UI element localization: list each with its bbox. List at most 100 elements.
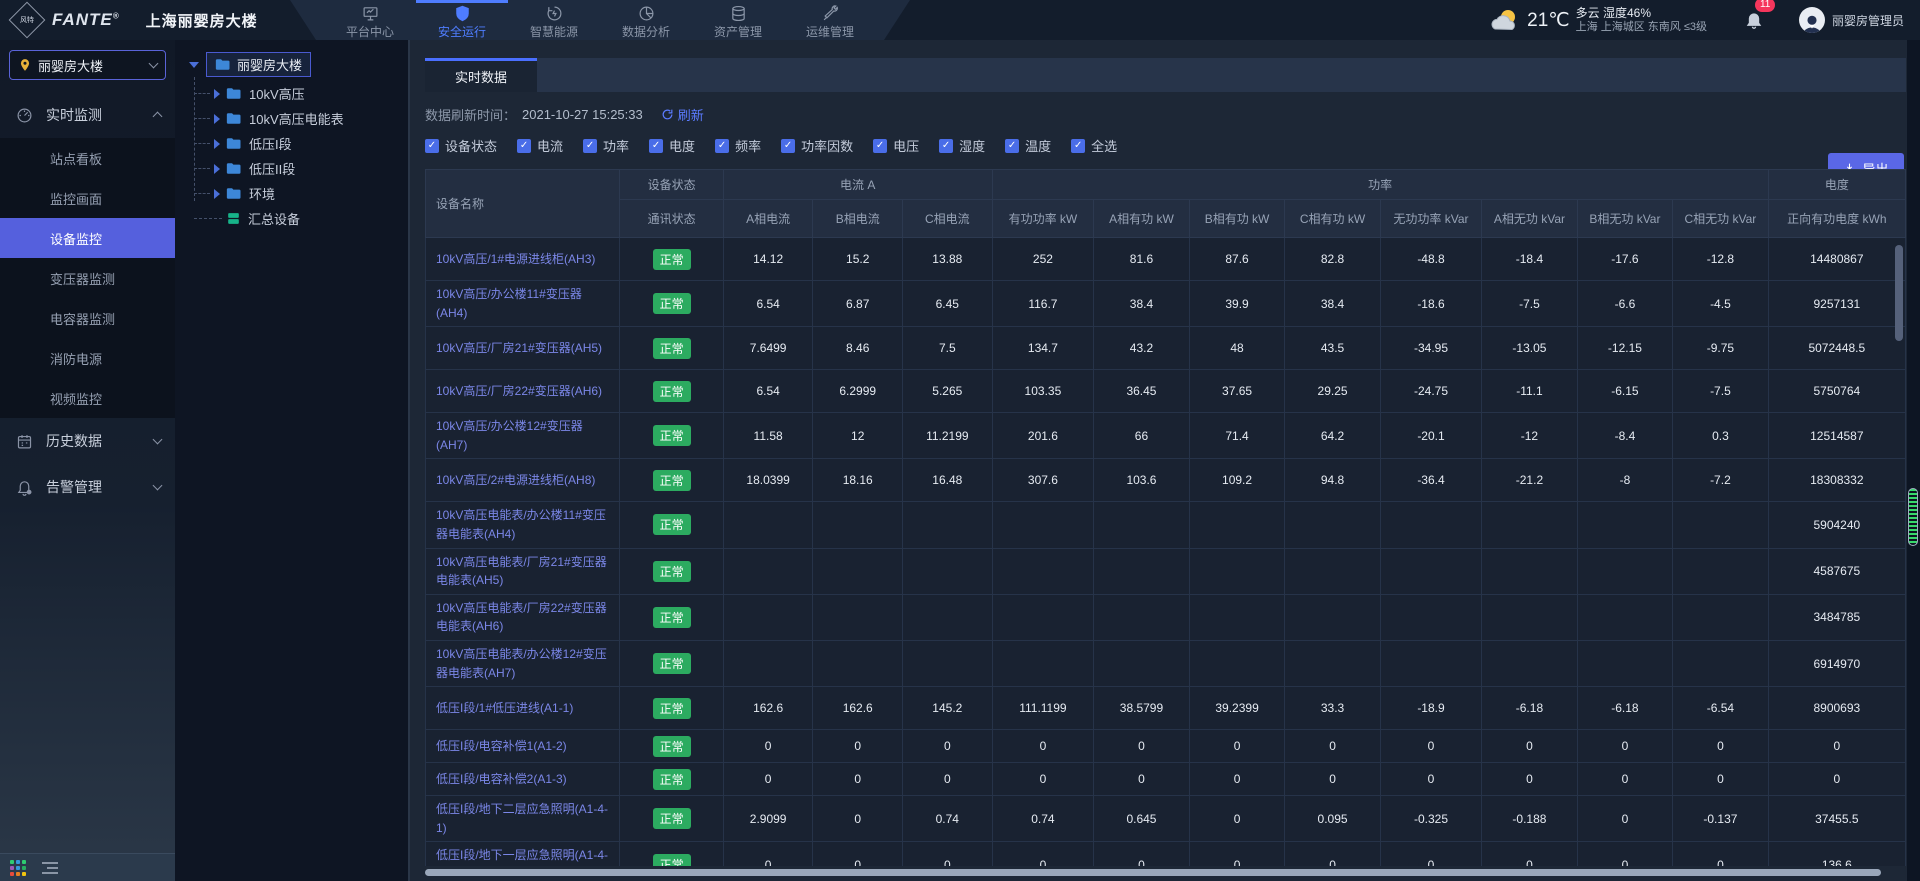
filter-checkbox-功率因数[interactable]: ✓功率因数 — [781, 136, 853, 155]
refresh-button[interactable]: 刷新 — [661, 105, 704, 124]
filter-checkbox-电流[interactable]: ✓电流 — [517, 136, 563, 155]
nav-item-运维管理[interactable]: 运维管理 — [784, 0, 876, 40]
tree-node-低压I段[interactable]: 低压I段 — [194, 131, 408, 156]
tree-node-10kV高压[interactable]: 10kV高压 — [194, 81, 408, 106]
energy-icon — [546, 5, 563, 22]
caret-right-icon[interactable] — [214, 89, 220, 99]
value-cell: 0.3 — [1673, 413, 1768, 459]
caret-right-icon[interactable] — [214, 114, 220, 124]
nav-item-数据分析[interactable]: 数据分析 — [600, 0, 692, 40]
device-name-link[interactable]: 10kV高压电能表/厂房21#变压器电能表(AH5) — [426, 548, 620, 594]
comm-status-cell: 正常 — [620, 281, 723, 327]
device-name-link[interactable]: 10kV高压/1#电源进线柜(AH3) — [426, 238, 620, 281]
device-name-link[interactable]: 10kV高压/厂房21#变压器(AH5) — [426, 327, 620, 370]
device-name-link[interactable]: 10kV高压电能表/厂房22#变压器电能表(AH6) — [426, 594, 620, 640]
value-cell — [1577, 594, 1672, 640]
value-cell — [1285, 502, 1380, 548]
weather-condition: 多云 湿度46% — [1576, 6, 1707, 21]
sidebar-section-实时监测[interactable]: 实时监测 — [0, 92, 175, 138]
sidebar-item-电容器监测[interactable]: 电容器监测 — [0, 298, 175, 338]
device-name-link[interactable]: 10kV高压电能表/办公楼11#变压器电能表(AH4) — [426, 502, 620, 548]
checkbox-checked-icon: ✓ — [715, 139, 729, 153]
site-selector[interactable]: 丽婴房大楼 — [9, 50, 166, 80]
tree-root-label: 丽婴房大楼 — [237, 55, 302, 74]
vertical-scrollbar-thumb[interactable] — [1895, 245, 1903, 341]
nav-item-资产管理[interactable]: 资产管理 — [692, 0, 784, 40]
user-menu[interactable]: 丽婴房管理员 — [1799, 7, 1904, 33]
notifications-button[interactable]: 11 — [1739, 5, 1769, 35]
horizontal-scrollbar[interactable] — [425, 869, 1881, 876]
nav-item-平台中心[interactable]: 平台中心 — [324, 0, 416, 40]
value-cell: 5072448.5 — [1768, 327, 1905, 370]
sidebar-section-历史数据[interactable]: 历史数据 — [0, 418, 175, 464]
caret-right-icon[interactable] — [214, 164, 220, 174]
tree-node-低压II段[interactable]: 低压II段 — [194, 156, 408, 181]
caret-right-icon[interactable] — [214, 189, 220, 199]
caret-right-icon[interactable] — [214, 139, 220, 149]
caret-down-icon[interactable] — [189, 62, 199, 68]
sidebar-item-视频监控[interactable]: 视频监控 — [0, 378, 175, 418]
filter-checkbox-频率[interactable]: ✓频率 — [715, 136, 761, 155]
nav-item-label: 数据分析 — [622, 23, 670, 40]
value-cell: 6.2999 — [813, 370, 903, 413]
sidebar-item-站点看板[interactable]: 站点看板 — [0, 138, 175, 178]
value-cell: 16.48 — [903, 459, 993, 502]
comm-status-cell: 正常 — [620, 594, 723, 640]
device-name-link[interactable]: 10kV高压电能表/办公楼12#变压器电能表(AH7) — [426, 640, 620, 686]
device-name-link[interactable]: 10kV高压/厂房22#变压器(AH6) — [426, 370, 620, 413]
nav-item-label: 安全运行 — [438, 23, 486, 40]
tree-node-环境[interactable]: 环境 — [194, 181, 408, 206]
value-cell: 64.2 — [1285, 413, 1380, 459]
device-name-link[interactable]: 10kV高压/2#电源进线柜(AH8) — [426, 459, 620, 502]
filter-checkbox-电压[interactable]: ✓电压 — [873, 136, 919, 155]
tab-realtime-data[interactable]: 实时数据 — [425, 58, 537, 92]
nav-item-智慧能源[interactable]: 智慧能源 — [508, 0, 600, 40]
value-cell: 0 — [723, 842, 813, 866]
value-cell — [992, 502, 1094, 548]
nav-item-安全运行[interactable]: 安全运行 — [416, 0, 508, 40]
window-scrollbar-thumb[interactable] — [1908, 488, 1918, 546]
value-cell: 0 — [1380, 763, 1481, 796]
device-tree-panel: 丽婴房大楼 10kV高压10kV高压电能表低压I段低压II段环境汇总设备 — [175, 40, 410, 881]
device-name-link[interactable]: 10kV高压/办公楼12#变压器(AH7) — [426, 413, 620, 459]
value-cell — [1482, 548, 1577, 594]
value-cell: 0 — [813, 763, 903, 796]
value-cell: -0.325 — [1380, 796, 1481, 842]
tree-node-10kV高压电能表[interactable]: 10kV高压电能表 — [194, 106, 408, 131]
filter-checkbox-全选[interactable]: ✓全选 — [1071, 136, 1117, 155]
filter-checkbox-电度[interactable]: ✓电度 — [649, 136, 695, 155]
sidebar-item-设备监控[interactable]: 设备监控 — [0, 218, 175, 258]
filter-checkbox-湿度[interactable]: ✓湿度 — [939, 136, 985, 155]
value-cell: 0 — [813, 842, 903, 866]
device-name-link[interactable]: 低压I段/电容补偿2(A1-3) — [426, 763, 620, 796]
filter-checkbox-设备状态[interactable]: ✓设备状态 — [425, 136, 497, 155]
filter-checkbox-温度[interactable]: ✓温度 — [1005, 136, 1051, 155]
sidebar-section-告警管理[interactable]: 告警管理 — [0, 464, 175, 510]
device-name-link[interactable]: 低压I段/1#低压进线(A1-1) — [426, 687, 620, 730]
device-name-link[interactable]: 低压I段/地下二层应急照明(A1-4-1) — [426, 796, 620, 842]
comm-status-cell: 正常 — [620, 763, 723, 796]
collapse-menu-icon[interactable] — [42, 862, 58, 874]
tree-node-汇总设备[interactable]: 汇总设备 — [194, 206, 408, 231]
value-cell: 12 — [813, 413, 903, 459]
tree-root[interactable]: 丽婴房大楼 — [189, 52, 408, 77]
sidebar-item-消防电源[interactable]: 消防电源 — [0, 338, 175, 378]
device-name-link[interactable]: 10kV高压/办公楼11#变压器(AH4) — [426, 281, 620, 327]
col-header-有功功率 kW: 有功功率 kW — [992, 200, 1094, 238]
value-cell: 29.25 — [1285, 370, 1380, 413]
app-grid-icon[interactable] — [10, 860, 26, 876]
device-name-link[interactable]: 低压I段/电容补偿1(A1-2) — [426, 730, 620, 763]
value-cell: 0 — [813, 730, 903, 763]
value-cell: 0 — [1189, 796, 1285, 842]
brand-name: FANTE® — [52, 10, 120, 30]
sidebar-item-监控画面[interactable]: 监控画面 — [0, 178, 175, 218]
status-badge: 正常 — [653, 854, 691, 866]
page-title: 上海丽婴房大楼 — [146, 10, 258, 31]
sidebar-item-变压器监测[interactable]: 变压器监测 — [0, 258, 175, 298]
value-cell — [1482, 502, 1577, 548]
value-cell: -6.18 — [1482, 687, 1577, 730]
comm-status-cell: 正常 — [620, 640, 723, 686]
device-name-link[interactable]: 低压I段/地下一层应急照明(A1-4-2) — [426, 842, 620, 866]
filter-checkbox-功率[interactable]: ✓功率 — [583, 136, 629, 155]
value-cell: -13.05 — [1482, 327, 1577, 370]
